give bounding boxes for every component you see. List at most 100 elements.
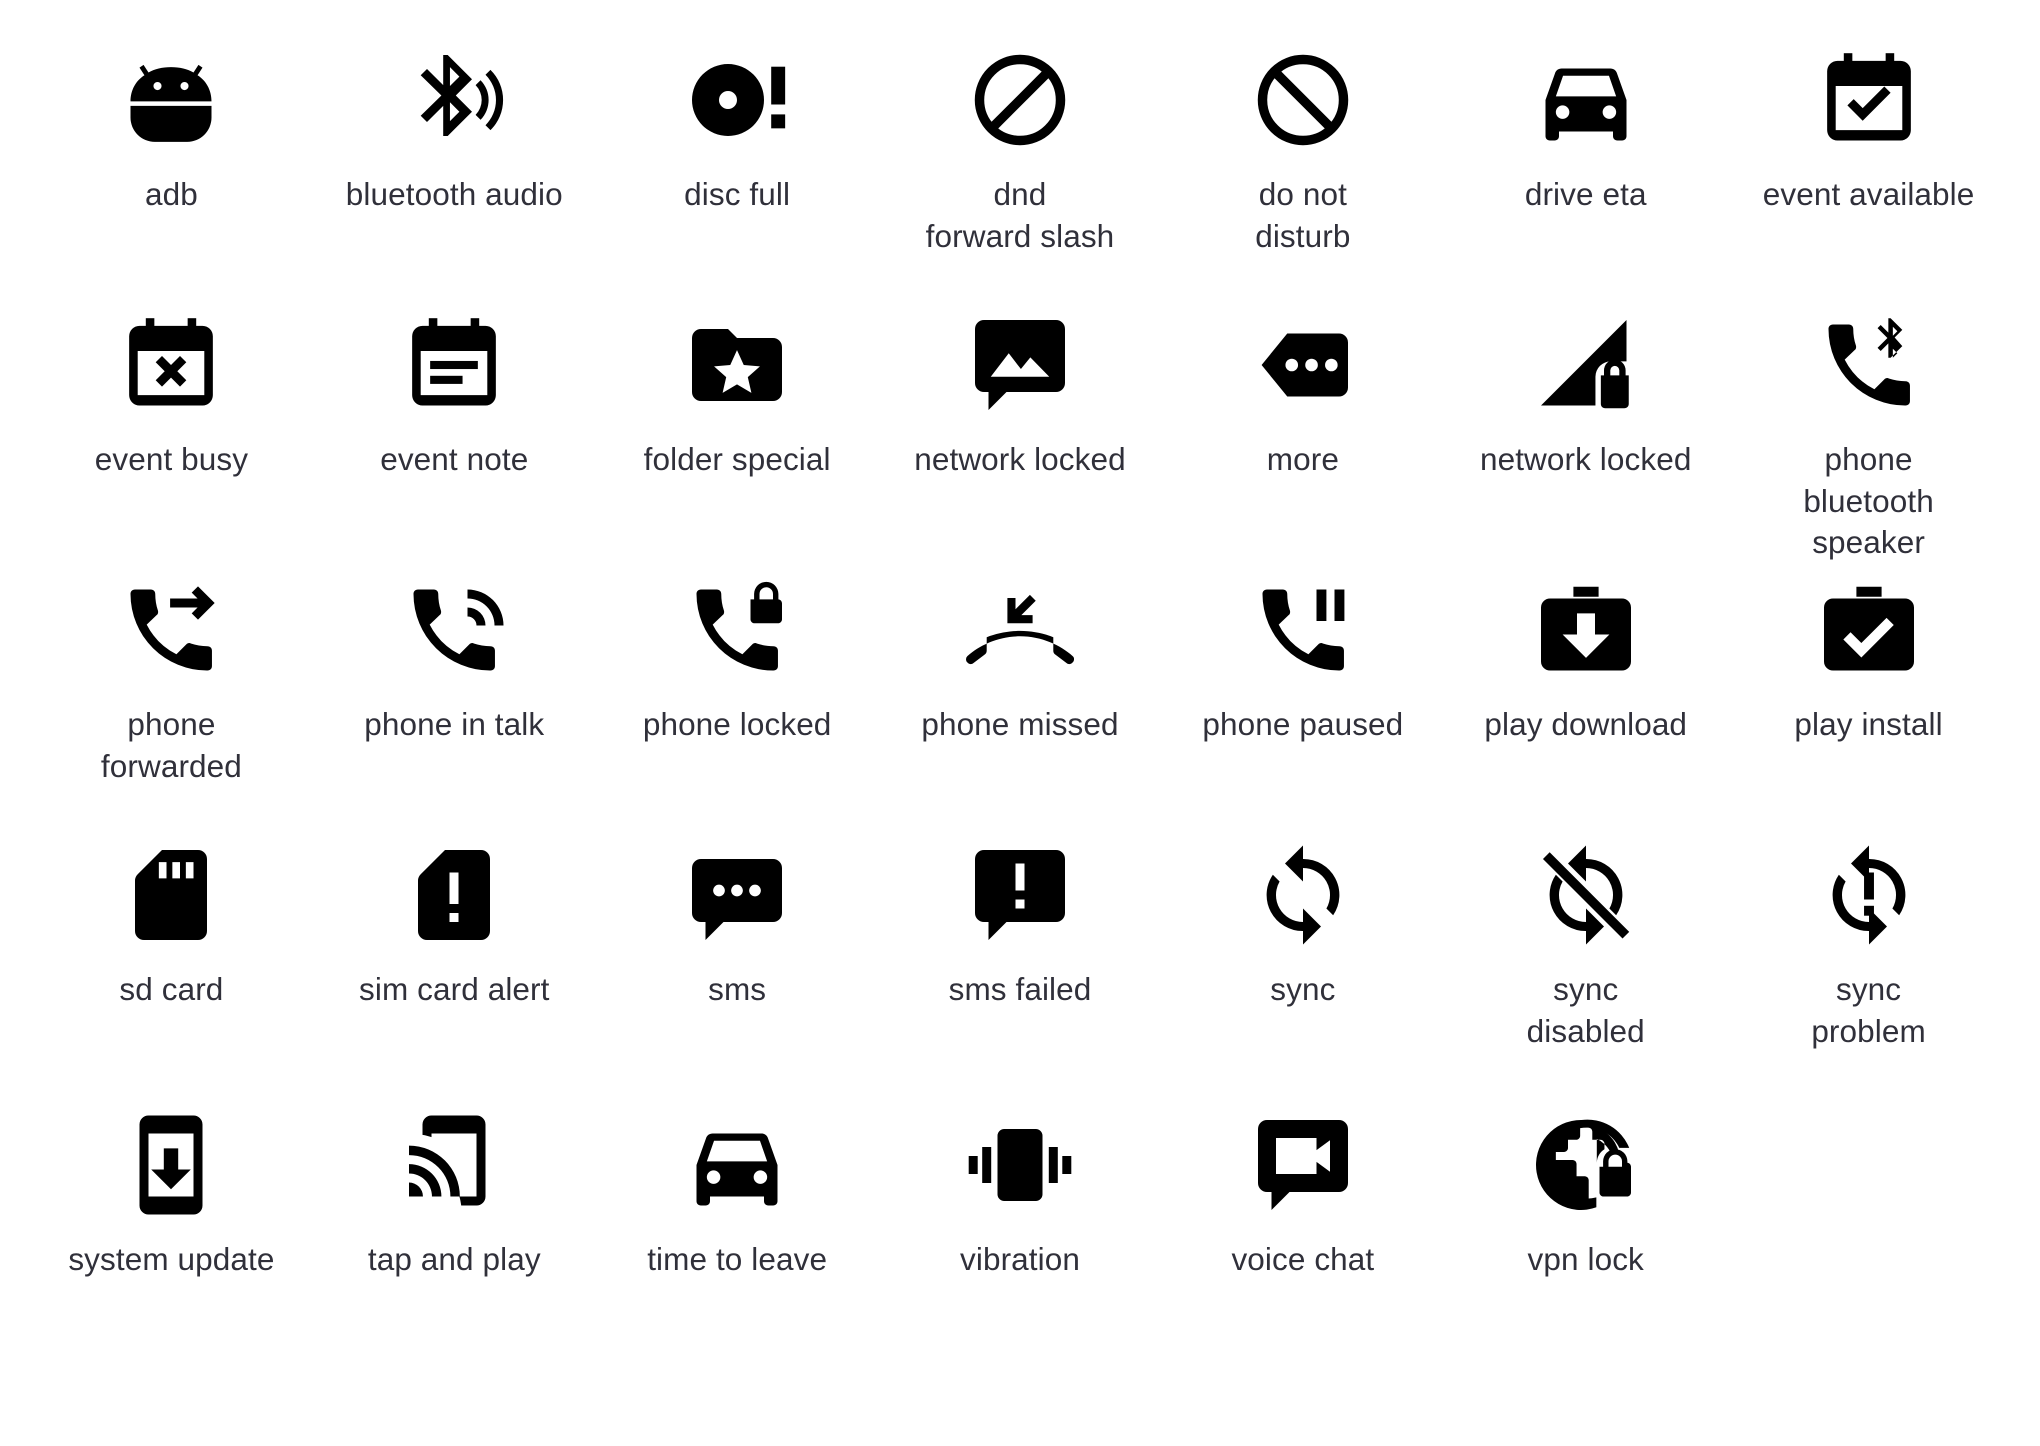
icon-cell-phone-locked[interactable]: phone locked — [596, 570, 879, 746]
icon-cell-phone-missed[interactable]: phone missed — [879, 570, 1162, 746]
icon-cell-sms[interactable]: sms — [596, 835, 879, 1011]
icon-cell-play-download[interactable]: play download — [1444, 570, 1727, 746]
icon-cell-adb[interactable]: adb — [30, 40, 313, 216]
icon-cell-sync[interactable]: sync — [1161, 835, 1444, 1011]
icon-cell-vibration[interactable]: vibration — [879, 1105, 1162, 1281]
do-not-disturb-icon — [1243, 40, 1363, 160]
icon-row: phone forwarded phone in talk phone lock… — [30, 570, 2010, 835]
drive-eta-icon — [1526, 40, 1646, 160]
icon-label: sync disabled — [1526, 971, 1645, 1049]
sms-icon — [677, 835, 797, 955]
icon-label: event note — [380, 441, 529, 477]
network-locked-chat-icon — [960, 305, 1080, 425]
icon-cell-sync-disabled[interactable]: sync disabled — [1444, 835, 1727, 1052]
icon-label: vibration — [960, 1241, 1080, 1277]
event-available-icon — [1809, 40, 1929, 160]
icon-label: sd card — [119, 971, 224, 1007]
time-to-leave-icon — [677, 1105, 797, 1225]
icon-cell-folder-special[interactable]: folder special — [596, 305, 879, 481]
icon-label: sms — [708, 971, 767, 1007]
icon-cell-event-available[interactable]: event available — [1727, 40, 2010, 216]
icon-cell-disc-full[interactable]: disc full — [596, 40, 879, 216]
network-locked-signal-icon — [1526, 305, 1646, 425]
icon-label: system update — [68, 1241, 275, 1277]
icon-row: sd card sim card alert sms sms failed sy… — [30, 835, 2010, 1105]
icon-label: network locked — [1479, 441, 1692, 477]
play-install-icon — [1809, 570, 1929, 690]
sms-failed-icon — [960, 835, 1080, 955]
play-download-icon — [1526, 570, 1646, 690]
phone-missed-icon — [960, 570, 1080, 690]
icon-label: event available — [1762, 176, 1975, 212]
icon-label: event busy — [94, 441, 249, 477]
icon-cell-sync-problem[interactable]: sync problem — [1727, 835, 2010, 1052]
icon-label: vpn lock — [1527, 1241, 1644, 1277]
voice-chat-icon — [1243, 1105, 1363, 1225]
icon-cell-time-to-leave[interactable]: time to leave — [596, 1105, 879, 1281]
icon-cell-system-update[interactable]: system update — [30, 1105, 313, 1281]
sync-icon — [1243, 835, 1363, 955]
sync-disabled-icon — [1526, 835, 1646, 955]
icon-label: voice chat — [1231, 1241, 1375, 1277]
icon-cell-drive-eta[interactable]: drive eta — [1444, 40, 1727, 216]
icon-label: phone paused — [1202, 706, 1404, 742]
icon-sheet: adb bluetooth audio disc full dnd forwar… — [0, 0, 2040, 1446]
phone-in-talk-icon — [394, 570, 514, 690]
icon-label: do not disturb — [1255, 176, 1351, 254]
phone-paused-icon — [1243, 570, 1363, 690]
icon-cell-phone-in-talk[interactable]: phone in talk — [313, 570, 596, 746]
sync-problem-icon — [1809, 835, 1929, 955]
bluetooth-audio-icon — [394, 40, 514, 160]
sd-card-icon — [111, 835, 231, 955]
icon-label: drive eta — [1524, 176, 1647, 212]
phone-forwarded-icon — [111, 570, 231, 690]
icon-cell-network-locked-chat[interactable]: network locked — [879, 305, 1162, 481]
phone-bluetooth-speaker-icon — [1809, 305, 1929, 425]
icon-cell-sim-card-alert[interactable]: sim card alert — [313, 835, 596, 1011]
adb-icon — [111, 40, 231, 160]
icon-label: phone forwarded — [100, 706, 242, 784]
icon-cell-do-not-disturb[interactable]: do not disturb — [1161, 40, 1444, 257]
icon-cell-sd-card[interactable]: sd card — [30, 835, 313, 1011]
icon-cell-sms-failed[interactable]: sms failed — [879, 835, 1162, 1011]
vibration-icon — [960, 1105, 1080, 1225]
icon-cell-phone-forwarded[interactable]: phone forwarded — [30, 570, 313, 787]
icon-label: play download — [1484, 706, 1688, 742]
phone-locked-icon — [677, 570, 797, 690]
icon-row: event busy event note folder special net… — [30, 305, 2010, 570]
event-busy-icon — [111, 305, 231, 425]
dnd-forward-slash-icon — [960, 40, 1080, 160]
icon-cell-event-note[interactable]: event note — [313, 305, 596, 481]
icon-cell-more[interactable]: more — [1161, 305, 1444, 481]
icon-label: phone bluetooth speaker — [1803, 441, 1934, 561]
icon-label: sms failed — [948, 971, 1092, 1007]
icon-cell-dnd-forward-slash[interactable]: dnd forward slash — [879, 40, 1162, 257]
icon-label: phone in talk — [364, 706, 545, 742]
icon-cell-tap-and-play[interactable]: tap and play — [313, 1105, 596, 1281]
icon-row: system update tap and play time to leave — [30, 1105, 2010, 1355]
disc-full-icon — [677, 40, 797, 160]
icon-label: sync — [1270, 971, 1336, 1007]
icon-cell-phone-paused[interactable]: phone paused — [1161, 570, 1444, 746]
icon-label: network locked — [914, 441, 1126, 477]
icon-label: play install — [1794, 706, 1943, 742]
folder-special-icon — [677, 305, 797, 425]
icon-row: adb bluetooth audio disc full dnd forwar… — [30, 40, 2010, 305]
icon-cell-vpn-lock[interactable]: vpn lock — [1444, 1105, 1727, 1281]
vpn-lock-icon — [1526, 1105, 1646, 1225]
icon-cell-voice-chat[interactable]: voice chat — [1161, 1105, 1444, 1281]
icon-cell-network-locked-signal[interactable]: network locked — [1444, 305, 1727, 481]
icon-label: time to leave — [647, 1241, 828, 1277]
icon-cell-play-install[interactable]: play install — [1727, 570, 2010, 746]
system-update-icon — [111, 1105, 231, 1225]
sim-card-alert-icon — [394, 835, 514, 955]
icon-cell-phone-bluetooth-speaker[interactable]: phone bluetooth speaker — [1727, 305, 2010, 564]
icon-cell-event-busy[interactable]: event busy — [30, 305, 313, 481]
icon-label: bluetooth audio — [345, 176, 563, 212]
icon-label: more — [1266, 441, 1339, 477]
icon-cell-bluetooth-audio[interactable]: bluetooth audio — [313, 40, 596, 216]
icon-label: phone missed — [921, 706, 1119, 742]
tap-and-play-icon — [394, 1105, 514, 1225]
icon-label: adb — [144, 176, 198, 212]
icon-label: tap and play — [367, 1241, 541, 1277]
